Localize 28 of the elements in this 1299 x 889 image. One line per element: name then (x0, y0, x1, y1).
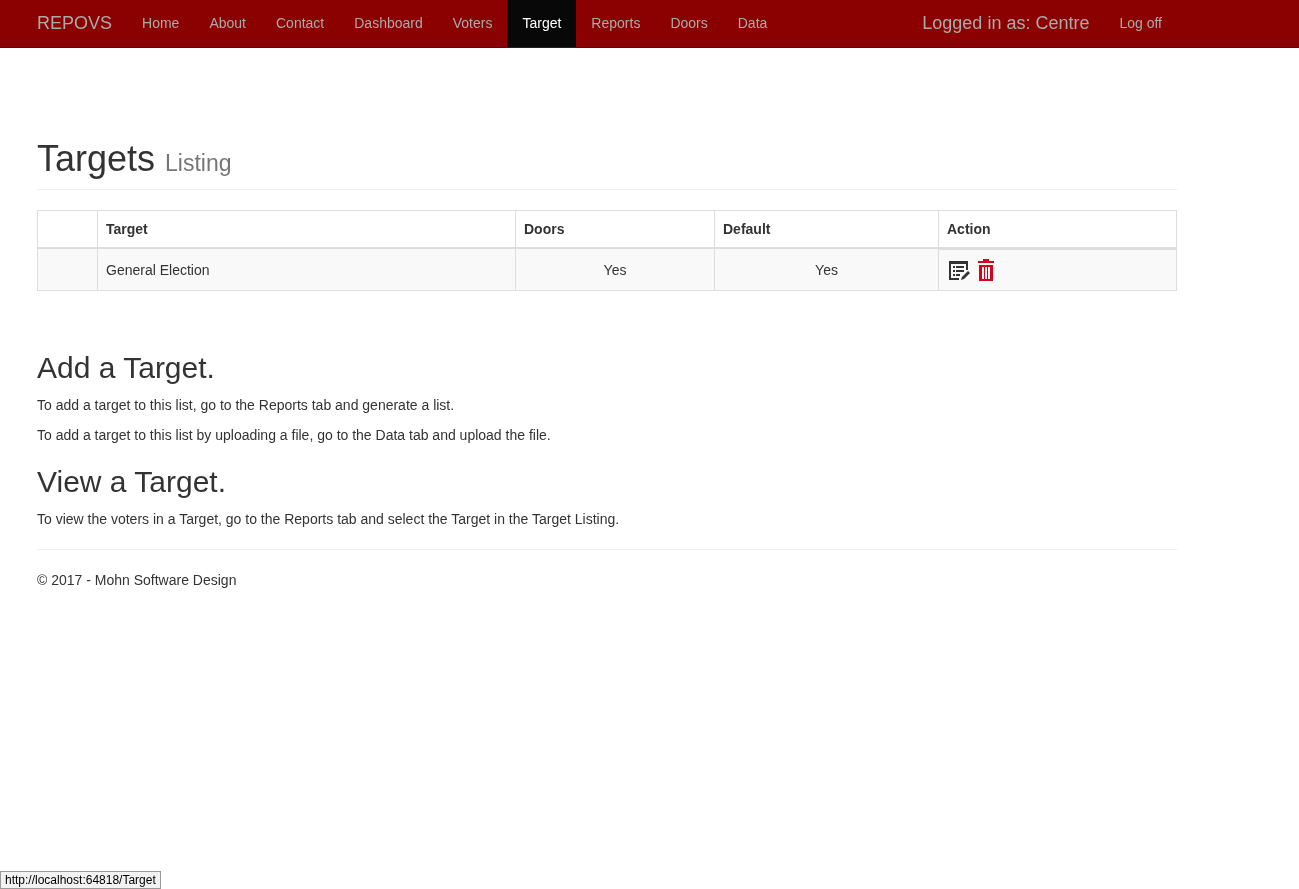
nav-link[interactable]: About (194, 0, 261, 47)
logged-in-user: Logged in as: Centre (921, 13, 1091, 34)
status-url: http://localhost:64818/Target (0, 871, 161, 889)
paragraph: To view the voters in a Target, go to the Reports tab and select the Target in the Target Listing. (37, 510, 621, 529)
brand-link[interactable]: REPOVS (22, 0, 128, 47)
table-cell: Yes (714, 248, 939, 291)
nav-link[interactable]: Reports (576, 0, 656, 47)
table-cell: General Election (97, 248, 516, 291)
nav-link[interactable]: Voters (437, 0, 508, 47)
section-heading: View a Target. (37, 465, 227, 499)
nav-link[interactable]: Target (507, 0, 577, 47)
paragraph: To add a target to this list by uploading a file, go to the Data tab and upload the file. (37, 426, 552, 445)
section-heading: Add a Target. (37, 351, 216, 385)
trash-icon[interactable] (977, 258, 995, 282)
edit-list-icon[interactable] (947, 258, 971, 282)
nav-link[interactable]: Contact (261, 0, 340, 47)
nav-link[interactable]: Dashboard (339, 0, 438, 47)
nav-link[interactable]: Doors (655, 0, 723, 47)
table-cell (37, 248, 98, 291)
table-cell: Yes (515, 248, 715, 291)
page-title: Targets (37, 138, 156, 180)
footer-text: © 2017 - Mohn Software Design (37, 571, 238, 590)
column-header: Action (938, 210, 1177, 248)
logoff-link[interactable]: Log off (1104, 0, 1177, 47)
nav-link[interactable]: Data (722, 0, 783, 47)
nav-link[interactable]: Home (127, 0, 195, 47)
paragraph: To add a target to this list, go to the Reports tab and generate a list. (37, 396, 456, 415)
page-subtitle: Listing (165, 150, 232, 177)
